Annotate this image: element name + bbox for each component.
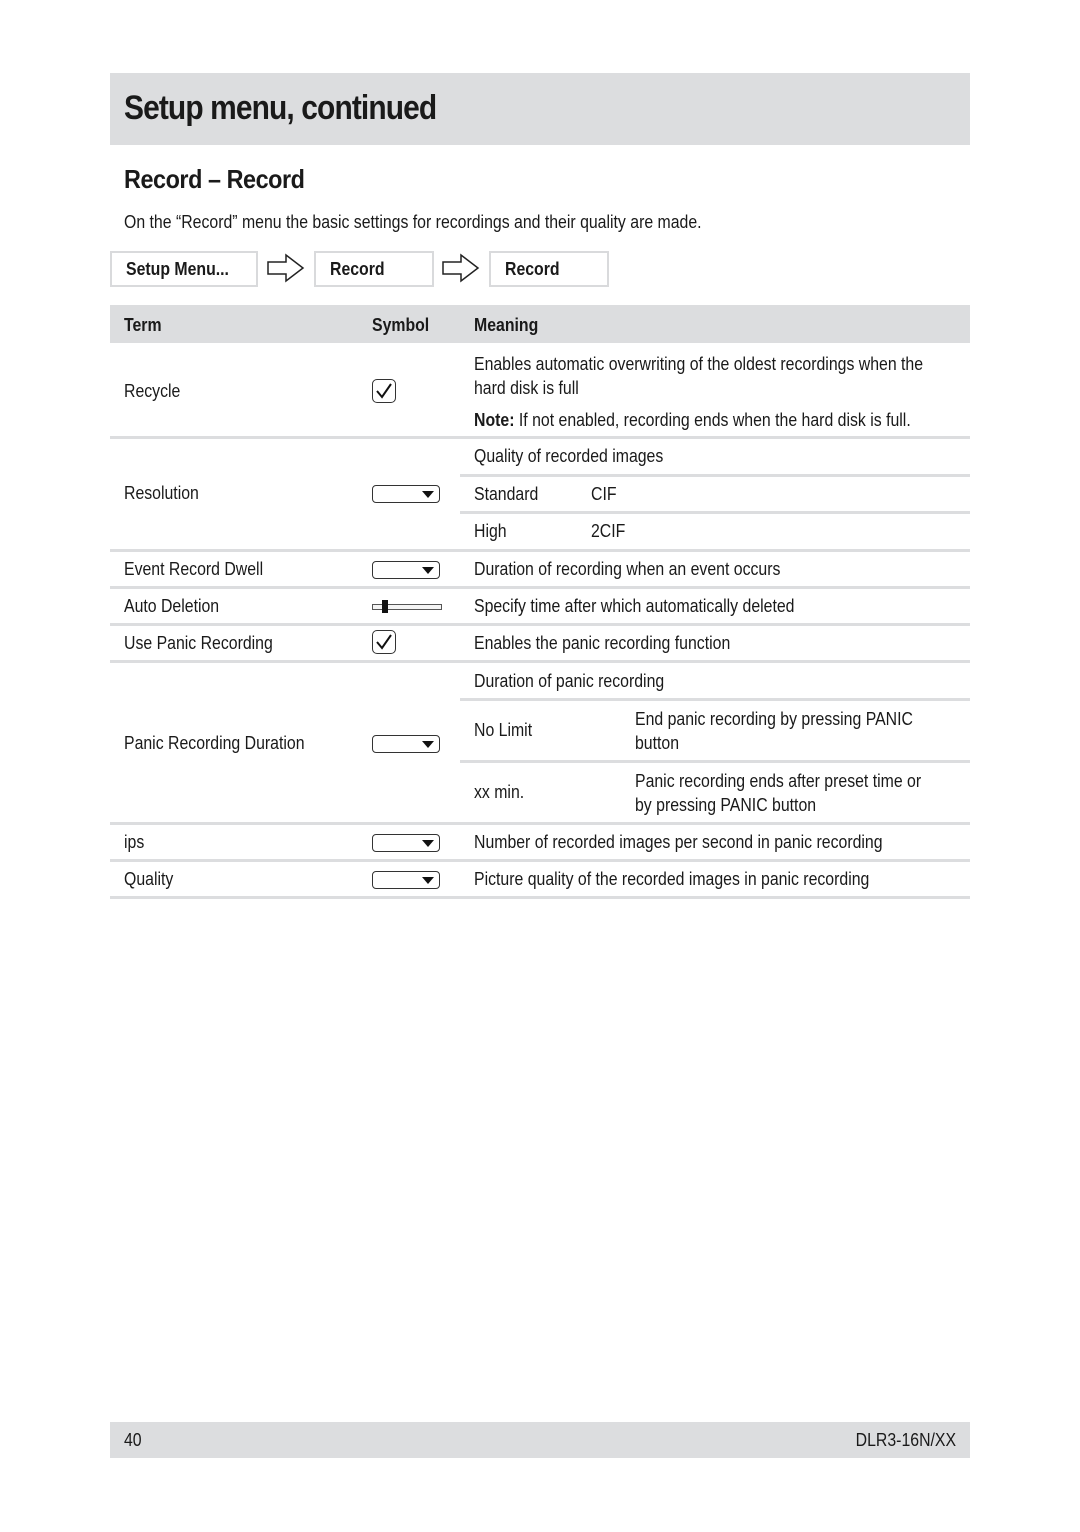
term: Auto Deletion bbox=[124, 596, 220, 616]
header-term: Term bbox=[124, 315, 162, 335]
section-intro: On the “Record” menu the basic settings … bbox=[124, 212, 702, 232]
dropdown-icon bbox=[372, 834, 440, 852]
meaning: Enables the panic recording function bbox=[474, 633, 731, 653]
slider-icon bbox=[372, 600, 442, 613]
header-meaning: Meaning bbox=[474, 315, 539, 335]
meaning: Enables automatic overwriting of the old… bbox=[474, 354, 924, 430]
option-row: Standard CIF bbox=[460, 474, 970, 511]
term: Resolution bbox=[124, 483, 199, 503]
meaning: Duration of panic recording bbox=[474, 671, 665, 691]
checkbox-icon bbox=[372, 630, 396, 654]
table-header: Term Symbol Meaning bbox=[110, 305, 970, 343]
page-header: Setup menu, continued bbox=[110, 73, 970, 145]
menu-path-record: Record bbox=[314, 251, 434, 287]
dropdown-icon bbox=[372, 561, 440, 579]
term: Event Record Dwell bbox=[124, 559, 264, 579]
dropdown-icon bbox=[372, 735, 440, 753]
meaning: Picture quality of the recorded images i… bbox=[474, 869, 870, 889]
header-symbol: Symbol bbox=[372, 315, 430, 335]
table-row: Recycle Enables automatic overwriting of… bbox=[110, 343, 970, 439]
term: Recycle bbox=[124, 381, 181, 401]
note-label: Note: bbox=[474, 410, 515, 430]
option-row: xx min. Panic recording ends after prese… bbox=[460, 760, 970, 822]
option-row: High 2CIF bbox=[460, 511, 970, 548]
dropdown-icon bbox=[372, 871, 440, 889]
table-row: Event Record Dwell Duration of recording… bbox=[110, 552, 970, 589]
table-row: Auto Deletion Specify time after which a… bbox=[110, 589, 970, 626]
page-footer: 40 DLR3-16N/XX bbox=[110, 1422, 970, 1458]
arrow-right-icon bbox=[442, 253, 480, 283]
option-row: No Limit End panic recording by pressing… bbox=[460, 698, 970, 760]
term: Panic Recording Duration bbox=[124, 733, 305, 753]
model-number: DLR3-16N/XX bbox=[855, 1430, 956, 1450]
meaning: Specify time after which automatically d… bbox=[474, 596, 795, 616]
section-title: Record – Record bbox=[124, 164, 305, 194]
term: Use Panic Recording bbox=[124, 633, 273, 653]
page-title: Setup menu, continued bbox=[124, 89, 437, 127]
table-row: Panic Recording Duration Duration of pan… bbox=[110, 663, 970, 825]
meaning: Number of recorded images per second in … bbox=[474, 832, 883, 852]
meaning: Duration of recording when an event occu… bbox=[474, 559, 781, 579]
table-row: ips Number of recorded images per second… bbox=[110, 825, 970, 862]
table-row: Use Panic Recording Enables the panic re… bbox=[110, 626, 970, 663]
term: Quality bbox=[124, 869, 174, 889]
arrow-right-icon bbox=[267, 253, 305, 283]
menu-path-setup-menu: Setup Menu... bbox=[110, 251, 258, 287]
table-row: Resolution Quality of recorded images St… bbox=[110, 439, 970, 552]
settings-table: Term Symbol Meaning Recycle Enables auto… bbox=[110, 305, 970, 899]
meaning: Quality of recorded images bbox=[474, 446, 664, 466]
checkbox-icon bbox=[372, 379, 396, 403]
table-row: Quality Picture quality of the recorded … bbox=[110, 862, 970, 899]
page-number: 40 bbox=[124, 1430, 142, 1450]
menu-path-record-sub: Record bbox=[489, 251, 609, 287]
term: ips bbox=[124, 832, 145, 852]
dropdown-icon bbox=[372, 485, 440, 503]
